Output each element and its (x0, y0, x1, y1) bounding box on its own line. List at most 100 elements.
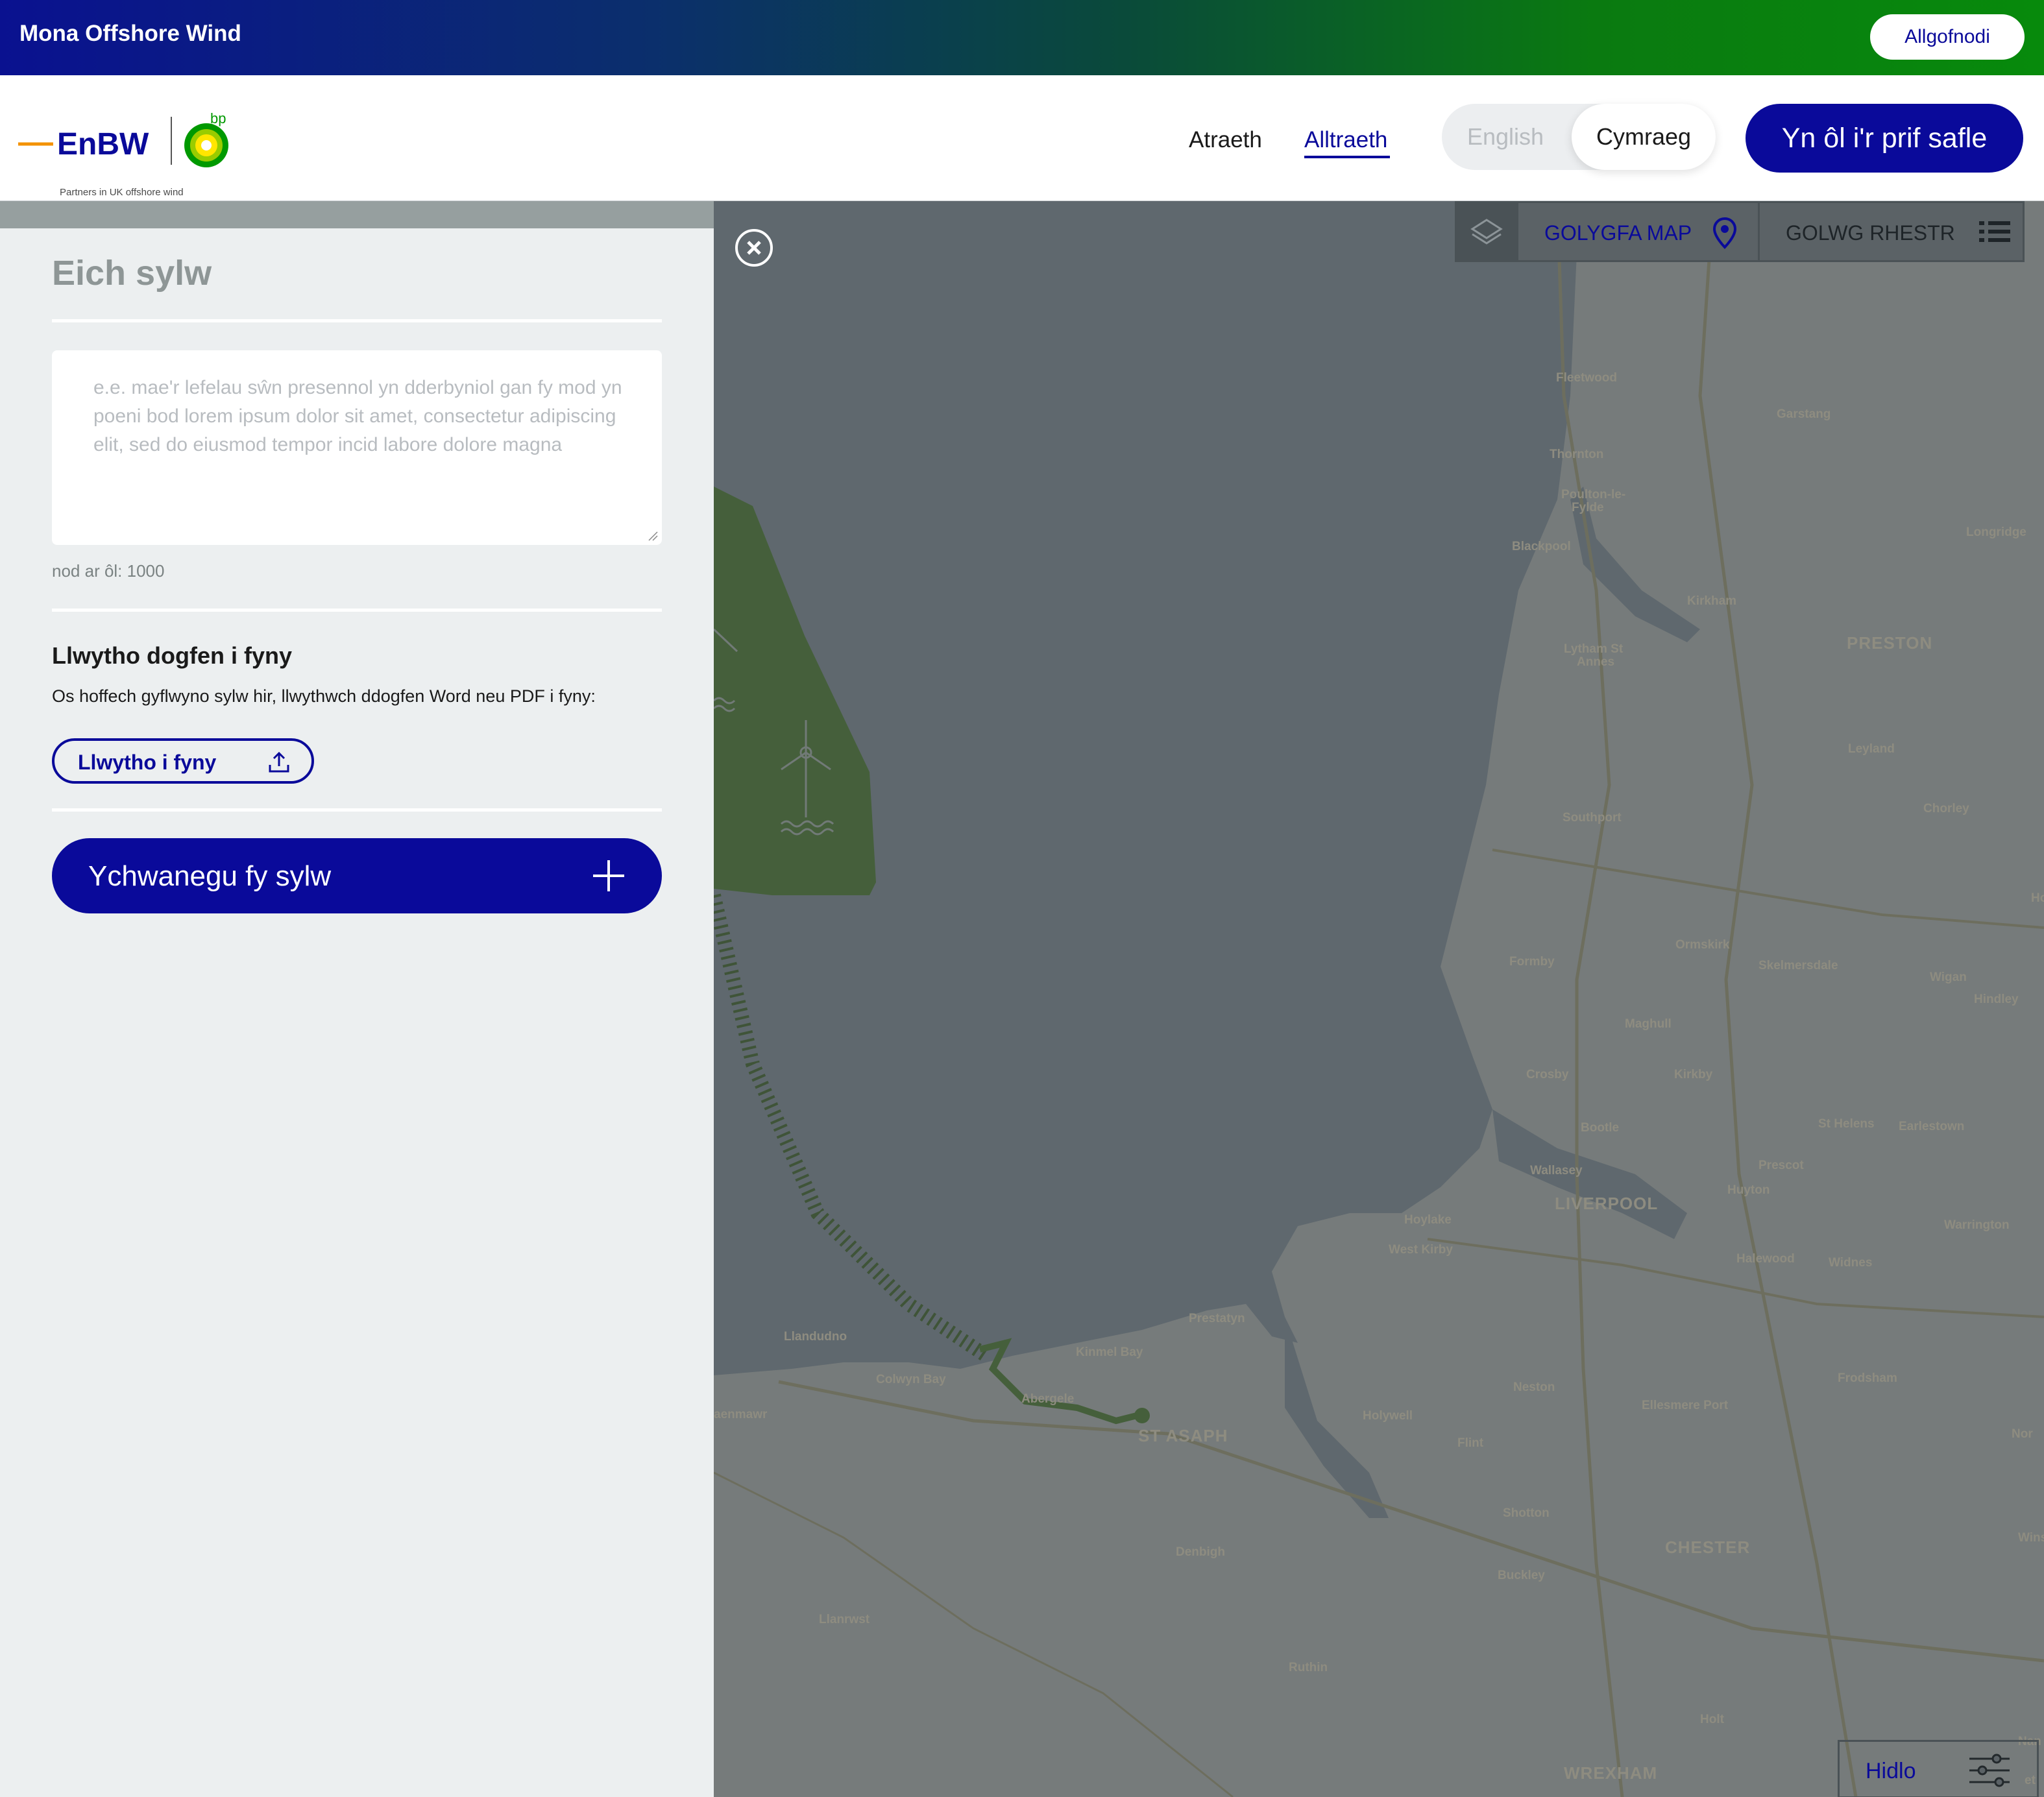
map-place-label: Huyton (1727, 1183, 1770, 1197)
upload-icon (269, 751, 289, 773)
map-place-label: Ormskirk (1675, 938, 1730, 952)
filter-label: Hidlo (1866, 1759, 1916, 1783)
map-place-label: Llanrwst (819, 1613, 870, 1626)
divider (52, 319, 662, 322)
map-place-label: Holywell (1363, 1409, 1413, 1423)
resize-handle-icon[interactable] (648, 531, 658, 541)
map-place-label: WREXHAM (1564, 1763, 1658, 1783)
map-place-label: Frodsham (1838, 1371, 1897, 1385)
map-place-label: Wallasey (1530, 1164, 1583, 1177)
map-place-label: Poulton-le- (1561, 488, 1626, 501)
map-place-label: Annes (1577, 655, 1615, 669)
panel-title: Eich sylw (52, 254, 212, 293)
lang-welsh[interactable]: Cymraeg (1572, 104, 1716, 170)
map-place-label: Earlestown (1899, 1120, 1965, 1133)
map-place-label: Wins (2018, 1531, 2044, 1545)
map-place-label: Fylde (1572, 501, 1604, 514)
map-place-label: Prescot (1758, 1159, 1804, 1172)
map-place-label: Holt (1700, 1713, 1724, 1726)
map-place-label: Flint (1457, 1436, 1484, 1450)
map-place-label: Denbigh (1176, 1545, 1225, 1559)
language-toggle: English Cymraeg (1442, 104, 1716, 170)
nav-onshore[interactable]: Atraeth (1189, 127, 1262, 153)
map-place-label: Colwyn Bay (876, 1373, 946, 1386)
map-place-label: Hindley (1974, 993, 2019, 1006)
map-place-label: Ruthin (1289, 1661, 1328, 1674)
comment-textarea[interactable]: e.e. mae'r lefelau sŵn presennol yn dder… (52, 350, 662, 545)
map-place-label: Leyland (1848, 742, 1895, 756)
lang-english[interactable]: English (1442, 104, 1569, 170)
plus-icon (593, 860, 624, 891)
comment-panel: Eich sylw e.e. mae'r lefelau sŵn presenn… (0, 201, 714, 1797)
map-place-label: Kirkby (1674, 1068, 1713, 1081)
nav-offshore[interactable]: Alltraeth (1304, 127, 1387, 153)
map-place-label: Abergele (1021, 1392, 1075, 1406)
map-place-label: Prestatyn (1189, 1312, 1245, 1325)
map-place-label: Buckley (1498, 1569, 1545, 1582)
map-place-label: Nor (2012, 1427, 2033, 1441)
divider (52, 609, 662, 612)
map-place-label: Horwi (2031, 891, 2044, 905)
map-place-label: Wigan (1930, 971, 1967, 984)
tab-list-view[interactable]: GOLWG RHESTR (1758, 203, 2025, 260)
map-place-label: Warrington (1944, 1218, 2010, 1232)
add-comment-button[interactable]: Ychwanegu fy sylw (52, 838, 662, 913)
map-place-label: Longridge (1966, 525, 2026, 539)
logo-tagline: Partners in UK offshore wind (60, 187, 184, 198)
layers-button[interactable] (1457, 203, 1516, 260)
map-place-label: St Helens (1818, 1117, 1875, 1131)
map-place-label: Fleetwood (1556, 371, 1617, 385)
divider (52, 808, 662, 812)
sliders-icon (1969, 1754, 2010, 1787)
add-comment-label: Ychwanegu fy sylw (88, 860, 332, 892)
tab-map-view-label: GOLYGFA MAP (1544, 221, 1692, 245)
map-place-label: aenmawr (714, 1408, 768, 1421)
map-place-label: Halewood (1736, 1252, 1795, 1266)
close-panel-icon[interactable] (733, 227, 775, 269)
nav-active-underline (1304, 156, 1390, 158)
site-title: Mona Offshore Wind (19, 21, 241, 46)
tab-list-view-label: GOLWG RHESTR (1786, 221, 1955, 245)
char-count: nod ar ôl: 1000 (52, 561, 165, 581)
upload-button[interactable]: Llwytho i fyny (52, 738, 314, 784)
back-to-main-site-button[interactable]: Yn ôl i'r prif safle (1746, 104, 2023, 173)
map-place-label: ST ASAPH (1138, 1426, 1228, 1445)
upload-button-label: Llwytho i fyny (78, 751, 217, 774)
layers-icon (1470, 219, 1503, 245)
comment-placeholder: e.e. mae'r lefelau sŵn presennol yn dder… (93, 377, 622, 455)
map-place-label: CHESTER (1665, 1538, 1751, 1557)
list-icon (1979, 221, 2010, 242)
map-place-label: Kinmel Bay (1076, 1345, 1143, 1359)
map-place-label: Skelmersdale (1758, 959, 1838, 972)
enbw-wordmark: EnBW (57, 127, 149, 162)
map-place-label: PRESTON (1847, 633, 1933, 653)
upload-description: Os hoffech gyflwyno sylw hir, llwythwch … (52, 686, 596, 706)
view-toggle: GOLYGFA MAP GOLWG RHESTR (1455, 201, 2025, 262)
map-place-label: Llandudno (784, 1330, 847, 1344)
enbw-bp-logo-icon: EnBW bp (18, 110, 228, 167)
upload-heading: Llwytho dogfen i fyny (52, 642, 292, 669)
map-place-label: LIVERPOOL (1555, 1194, 1659, 1213)
map-place-label: Bootle (1581, 1121, 1620, 1135)
filter-button[interactable]: Hidlo (1838, 1740, 2039, 1797)
logout-button[interactable]: Allgofnodi (1870, 14, 2025, 60)
tab-map-view[interactable]: GOLYGFA MAP (1516, 203, 1760, 260)
map-pin-icon (1712, 217, 1737, 249)
map-place-label: Crosby (1526, 1068, 1569, 1081)
map-place-label: Lytham St (1564, 642, 1624, 656)
panel-header-strip (0, 201, 714, 228)
map-place-label: Formby (1509, 955, 1555, 969)
map-place-label: Blackpool (1512, 540, 1571, 553)
map-place-label: Kirkham (1687, 594, 1737, 608)
map-place-label: Thornton (1550, 448, 1604, 461)
bp-wordmark: bp (210, 110, 226, 127)
map-place-label: Chorley (1923, 802, 1969, 815)
map-place-label: Maghull (1625, 1017, 1672, 1031)
partner-logo[interactable]: EnBW bp Partners in UK offshore wind (18, 99, 239, 198)
map-place-label: Ellesmere Port (1642, 1399, 1729, 1412)
map-place-label: Southport (1563, 811, 1622, 825)
map-place-label: Shotton (1503, 1506, 1550, 1520)
map-place-label: Hoylake (1404, 1213, 1452, 1227)
top-bar: Mona Offshore Wind Allgofnodi (0, 0, 2044, 75)
map-view[interactable]: Fleetwood Garstang Thornton Poulton-le- Fyld… (714, 201, 2044, 1797)
